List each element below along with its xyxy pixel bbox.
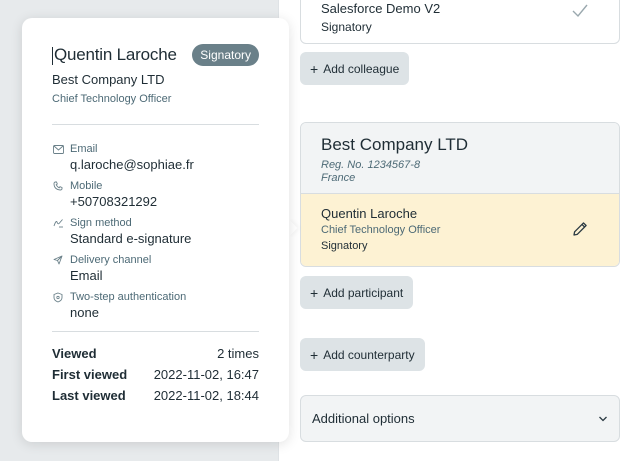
phone-icon — [52, 180, 64, 192]
text-cursor — [52, 46, 53, 65]
chevron-down-icon — [598, 410, 608, 428]
add-participant-button[interactable]: + Add participant — [300, 276, 414, 309]
email-field: Email q.laroche@sophiae.fr — [52, 143, 259, 172]
check-icon — [571, 3, 589, 24]
email-value: q.laroche@sophiae.fr — [70, 157, 194, 172]
popover-name: Quentin Laroche — [54, 45, 177, 64]
sign-method-label: Sign method — [70, 217, 132, 229]
additional-options-label: Additional options — [312, 411, 415, 426]
add-participant-label: Add participant — [323, 285, 404, 300]
signature-icon — [52, 217, 64, 229]
stat-key: First viewed — [52, 367, 128, 382]
stat-value: 2022-11-02, 16:47 — [153, 367, 259, 382]
participant-row-selected[interactable]: Quentin Laroche Chief Technology Officer… — [301, 194, 619, 266]
mail-icon — [52, 143, 64, 155]
popover-name-wrap: Quentin Laroche — [52, 45, 177, 65]
stat-viewed: Viewed 2 times — [52, 346, 259, 361]
popover-title: Chief Technology Officer — [52, 93, 172, 105]
counterparty-reg-no: Reg. No. 1234567-8 — [321, 159, 421, 171]
shield-icon — [52, 291, 64, 303]
participant-title: Chief Technology Officer — [321, 224, 441, 236]
send-icon — [52, 254, 64, 266]
add-colleague-label: Add colleague — [323, 61, 400, 76]
counterparty-card: Best Company LTD Reg. No. 1234567-8 Fran… — [300, 122, 620, 267]
counterparty-country: France — [321, 172, 356, 184]
plus-icon: + — [310, 284, 319, 301]
participant-details-popover: Quentin Laroche Signatory Best Company L… — [22, 18, 289, 442]
stat-key: Last viewed — [52, 388, 126, 403]
edit-pencil-icon[interactable] — [571, 220, 589, 243]
stat-value: 2 times — [217, 346, 259, 361]
participant-name: Quentin Laroche — [321, 206, 418, 221]
counterparty-name: Best Company LTD — [321, 135, 469, 154]
stat-value: 2022-11-02, 18:44 — [153, 388, 259, 403]
participant-role: Signatory — [321, 240, 368, 252]
add-colleague-button[interactable]: + Add colleague — [300, 52, 410, 85]
add-counterparty-label: Add counterparty — [323, 347, 415, 362]
delivery-channel-value: Email — [70, 268, 103, 283]
participant-card-top[interactable]: Salesforce Demo V2 Signatory — [300, 0, 620, 44]
participant-role: Signatory — [321, 20, 372, 34]
counterparty-header[interactable]: Best Company LTD Reg. No. 1234567-8 Fran… — [301, 123, 619, 194]
plus-icon: + — [310, 346, 319, 363]
delivery-channel-field: Delivery channel Email — [52, 254, 259, 283]
stat-first-viewed: First viewed 2022-11-02, 16:47 — [52, 367, 259, 382]
divider — [52, 124, 259, 125]
two-step-auth-field: Two-step authentication none — [52, 291, 259, 320]
two-step-auth-label: Two-step authentication — [70, 291, 187, 303]
stat-last-viewed: Last viewed 2022-11-02, 18:44 — [52, 388, 259, 403]
sign-method-value: Standard e-signature — [70, 231, 192, 246]
stat-key: Viewed — [52, 346, 97, 361]
popover-company: Best Company LTD — [52, 72, 165, 87]
role-badge: Signatory — [192, 44, 259, 66]
delivery-channel-label: Delivery channel — [70, 254, 152, 266]
two-step-auth-value: none — [70, 305, 99, 320]
sign-method-field: Sign method Standard e-signature — [52, 217, 259, 246]
mobile-label: Mobile — [70, 180, 103, 192]
participant-name: Salesforce Demo V2 — [321, 1, 441, 16]
add-counterparty-button[interactable]: + Add counterparty — [300, 338, 425, 371]
plus-icon: + — [310, 60, 319, 77]
additional-options-toggle[interactable]: Additional options — [300, 395, 620, 442]
mobile-value: +50708321292 — [70, 194, 158, 209]
email-label: Email — [70, 143, 98, 155]
divider — [52, 331, 259, 332]
mobile-field: Mobile +50708321292 — [52, 180, 259, 209]
